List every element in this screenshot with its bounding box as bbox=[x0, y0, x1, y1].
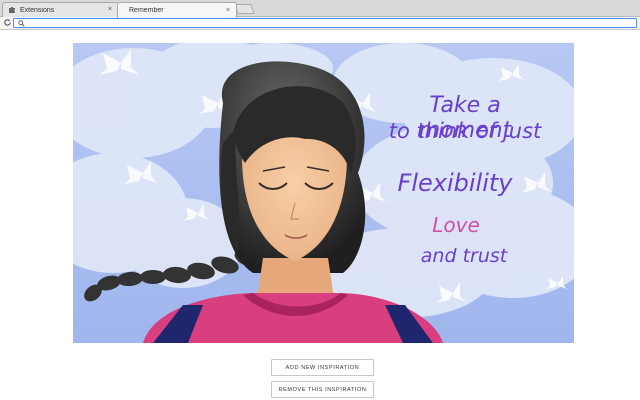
tab-remember[interactable]: Remember × bbox=[117, 2, 237, 18]
toolbar bbox=[0, 17, 640, 30]
close-tab-icon[interactable]: × bbox=[106, 6, 114, 14]
tab-strip: Extensions × Remember × bbox=[0, 0, 640, 18]
puzzle-icon bbox=[8, 6, 16, 14]
reload-icon[interactable] bbox=[2, 18, 12, 28]
tab-extensions[interactable]: Extensions × bbox=[2, 2, 119, 17]
inspiration-line: to think of just bbox=[388, 119, 542, 143]
tab-label: Remember bbox=[129, 7, 164, 14]
inspiration-line: Love bbox=[432, 213, 480, 237]
add-inspiration-button[interactable]: ADD NEW INSPIRATION bbox=[271, 359, 374, 376]
address-input[interactable] bbox=[26, 19, 636, 27]
tab-label: Extensions bbox=[20, 6, 55, 14]
tab-favicon-placeholder bbox=[123, 7, 125, 15]
inspiration-image: Take a moment to think of just Flexibili… bbox=[73, 43, 574, 343]
address-bar[interactable] bbox=[13, 18, 637, 28]
inspiration-line: and trust bbox=[420, 245, 508, 267]
close-tab-icon[interactable]: × bbox=[224, 7, 232, 15]
remove-inspiration-button[interactable]: REMOVE THIS INSPIRATION bbox=[271, 381, 374, 398]
new-tab-button[interactable] bbox=[234, 4, 255, 14]
inspiration-line: Flexibility bbox=[397, 169, 513, 197]
search-icon bbox=[16, 19, 26, 27]
